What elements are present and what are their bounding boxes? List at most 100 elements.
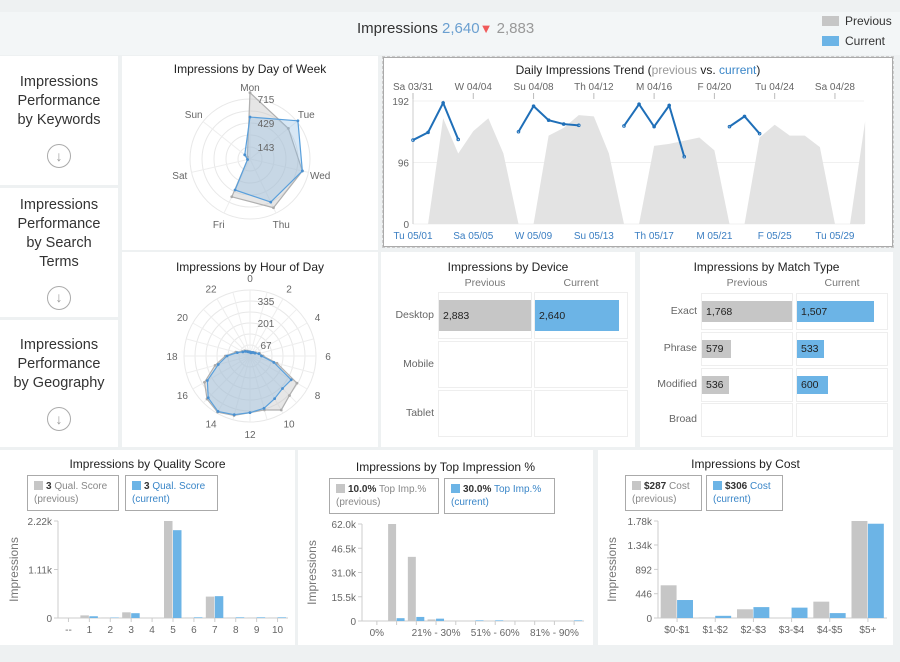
previous-point: [213, 363, 217, 367]
axis-label: 14: [205, 420, 217, 431]
circle-down-arrow-icon[interactable]: ↓: [47, 285, 71, 310]
current-bar[interactable]: 533: [797, 340, 825, 358]
nav-keywords[interactable]: Impressions Performance by Keywords ↓: [0, 56, 118, 185]
current-point: [300, 169, 304, 173]
current-bar: [475, 620, 484, 621]
y-tick-label: 0: [350, 617, 356, 628]
x-tick-label: $0-$1: [664, 625, 690, 636]
bottom-date-label: Sa 05/05: [453, 231, 493, 242]
previous-cell: 1,768: [701, 293, 793, 330]
x-tick-label: 51% - 60%: [471, 628, 520, 639]
current-line-segment: [728, 115, 761, 135]
current-point: [243, 153, 247, 157]
x-tick-label: --: [65, 625, 72, 636]
bottom-date-label: Th 05/17: [634, 231, 674, 242]
previous-bar[interactable]: 536: [702, 376, 730, 394]
previous-bar: [851, 521, 868, 618]
previous-point: [230, 195, 234, 199]
current-cell: [534, 390, 628, 437]
circle-down-arrow-icon[interactable]: ↓: [47, 407, 71, 431]
col-header-current: Current: [824, 277, 860, 289]
x-tick-label: $1-$2: [702, 625, 728, 636]
previous-point: [272, 206, 275, 210]
current-point: [273, 397, 277, 401]
y-tick-label: 192: [392, 97, 409, 108]
previous-area: [413, 115, 866, 224]
current-point: [216, 410, 220, 413]
previous-bar: [122, 612, 131, 618]
row-label: Broad: [668, 413, 697, 425]
previous-bar: [660, 585, 677, 618]
chart-title: Impressions by Match Type: [693, 260, 840, 274]
current-bar: [791, 607, 808, 618]
current-bar: [829, 613, 846, 618]
axis-label: 20: [177, 313, 189, 324]
y-tick-label: 892: [635, 565, 652, 576]
axis-label: Tue: [298, 110, 315, 121]
current-bar: [173, 530, 182, 618]
spoke: [191, 158, 251, 173]
x-tick-label: $5+: [859, 625, 876, 636]
cost-bar-chart: 0 446 892 1.34k 1.78k Impressions $0-$1 $1-$2 $2…: [605, 517, 887, 636]
current-point: [257, 352, 261, 356]
x-tick-label: 10: [272, 625, 284, 636]
top-impression-bar-chart: 0 15.5k 31.0k 46.5k 62.0k Impressions 0% 21% - …: [305, 520, 584, 639]
ring-label: 335: [258, 297, 275, 308]
current-cell: 600: [796, 368, 888, 402]
bottom-date-label: Tu 05/01: [393, 231, 433, 242]
bottom-date-label: Su 05/13: [574, 231, 614, 242]
previous-point: [279, 408, 283, 412]
x-tick-label: 81% - 90%: [530, 628, 579, 639]
top-date-label: W 04/04: [455, 82, 493, 93]
axis-label: 4: [315, 313, 321, 324]
current-point: [205, 379, 209, 383]
axis-label: 8: [315, 391, 321, 402]
kpi-current-value: 2,640: [442, 20, 480, 37]
current-bar: [416, 616, 425, 621]
previous-point: [203, 380, 206, 384]
nav-geography[interactable]: Impressions Performance by Geography ↓: [0, 320, 118, 447]
current-bar: [235, 617, 245, 618]
top-date-label: Sa 04/28: [815, 82, 855, 93]
previous-bar[interactable]: 579: [702, 340, 732, 358]
ring-label: 429: [258, 119, 275, 130]
x-tick-label: 0%: [370, 628, 385, 639]
row-label: Modified: [657, 378, 697, 390]
current-bar[interactable]: 2,640: [535, 300, 620, 331]
previous-bar: [698, 617, 715, 618]
current-bar: [193, 617, 203, 618]
current-bar[interactable]: 600: [797, 376, 828, 394]
x-tick-label: 7: [212, 625, 218, 636]
y-axis-title: Impressions: [605, 537, 619, 602]
top-impression-panel: Impressions by Top Impression % 10.0% To…: [298, 450, 593, 645]
previous-bar: [388, 524, 397, 621]
previous-cell: 2,883: [438, 292, 532, 339]
previous-bar[interactable]: 2,883: [439, 300, 531, 331]
axis-label: 6: [325, 352, 331, 363]
row-label: Desktop: [395, 308, 434, 321]
y-tick-label: 96: [398, 159, 410, 170]
previous-cell: 536: [701, 368, 793, 402]
ring-label: 715: [258, 95, 275, 106]
axis-label: 22: [205, 284, 217, 295]
axis-label: Fri: [213, 220, 225, 231]
axis-label: 18: [166, 352, 178, 363]
current-point: [281, 387, 284, 390]
circle-down-arrow-icon[interactable]: ↓: [47, 144, 71, 168]
previous-swatch: [822, 16, 839, 26]
current-point: [269, 200, 273, 204]
x-tick-label: 1: [87, 625, 93, 636]
nav-search-terms[interactable]: Impressions Performance by Search Terms …: [0, 188, 118, 317]
current-bar: [214, 596, 224, 618]
current-point: [272, 360, 276, 364]
current-bar: [867, 523, 884, 618]
legend-previous-label: Previous: [845, 14, 892, 28]
quality-score-bar-chart: 0 1.11k 2.22k Impressions -- 1 2 3 4 5 6 7 8 9 10: [7, 517, 288, 636]
row-label: Tablet: [405, 406, 434, 419]
current-point: [216, 363, 220, 366]
current-bar[interactable]: 1,507: [797, 301, 874, 322]
kpi-label: Impressions: [357, 20, 438, 37]
previous-point: [248, 91, 252, 95]
previous-bar[interactable]: 1,768: [702, 301, 792, 322]
x-tick-label: 5: [170, 625, 176, 636]
